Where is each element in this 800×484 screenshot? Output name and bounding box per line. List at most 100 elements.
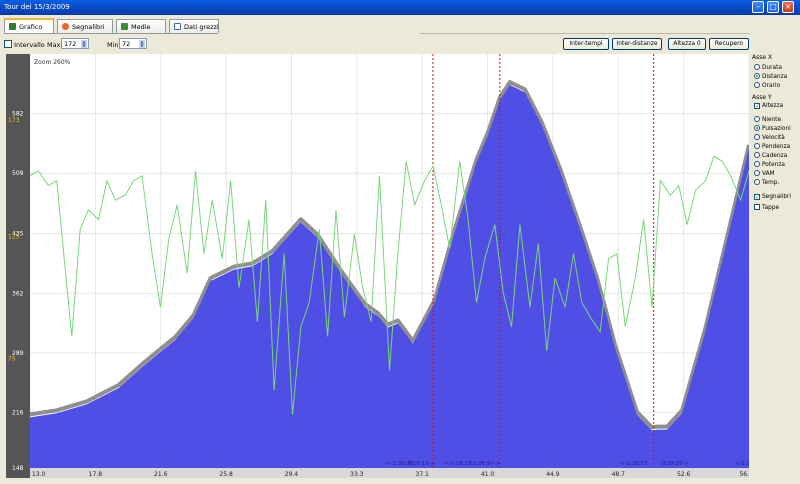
x-tick-label: 41.0 — [481, 471, 495, 478]
inter-tempi-button[interactable]: Inter-tempi — [563, 38, 609, 50]
y-option-pulsazioni[interactable]: Pulsazioni — [754, 125, 791, 132]
intervallo-label: Intervallo — [14, 41, 45, 49]
title-bar[interactable]: Tour del 15/3/2009 – □ × — [0, 0, 800, 15]
tab-dati-grezzi[interactable]: Dati grezzi — [169, 19, 219, 33]
window-title: Tour del 15/3/2009 — [4, 3, 70, 11]
chart-area[interactable]: 148 216 289 362 435 509 582 75 125 173 13.0 17.8 21.… — [6, 54, 751, 478]
recupero-button[interactable]: Recupero — [709, 38, 749, 50]
tab-label: Segnalibri — [72, 23, 105, 31]
option-label: Temp. — [762, 180, 780, 186]
x-tick-label: 25.8 — [219, 471, 233, 478]
x-option-orario[interactable]: Orario — [754, 82, 780, 89]
bookmark-icon — [62, 23, 69, 30]
max-spinner[interactable]: 172 ▲ ▼ — [61, 38, 89, 49]
y-option-cadenza[interactable]: Cadenza — [754, 152, 787, 159]
bookmark-interval-label: <-0:2 — [735, 461, 749, 467]
min-label: Min — [107, 41, 119, 49]
checkbox-checked-icon[interactable]: ✓ — [754, 194, 760, 201]
x-axis-group-label: Asse X — [752, 54, 773, 61]
option-label: Orario — [762, 83, 781, 89]
radio-icon[interactable] — [754, 116, 760, 122]
tab-grafico[interactable]: Grafico — [4, 18, 54, 33]
max-value: 172 — [64, 40, 77, 48]
chart-icon — [9, 23, 16, 30]
option-label: Distanza — [762, 74, 788, 80]
bookmark-interval-label: 0:29:25-> — [662, 461, 690, 467]
y-option-velocita[interactable]: Velocità — [754, 134, 785, 141]
option-label: Niente — [762, 117, 782, 123]
option-label: Segnalibri — [762, 194, 792, 200]
radio-icon[interactable] — [754, 161, 760, 167]
tab-medie[interactable]: Medie — [116, 19, 166, 33]
toolbar-divider — [420, 33, 750, 34]
tab-label: Grafico — [19, 23, 43, 31]
checkbox-checked-icon[interactable]: ✓ — [754, 103, 760, 110]
tab-label: Dati grezzi — [184, 23, 219, 31]
radio-icon[interactable] — [754, 134, 760, 140]
x-tick-label: 17.8 — [89, 471, 103, 478]
radio-selected-icon[interactable] — [754, 125, 760, 131]
close-icon[interactable]: × — [782, 1, 794, 13]
x-tick-label: 44.9 — [546, 471, 560, 478]
min-spinner[interactable]: 72 ▲ ▼ — [119, 38, 147, 49]
table-icon — [174, 23, 181, 30]
radio-icon[interactable] — [754, 64, 760, 70]
chart-svg[interactable]: 1482162893624355095827512517313.0 17.8 21.… — [6, 54, 751, 478]
x-option-distanza[interactable]: Distanza — [754, 73, 787, 80]
option-label: Velocità — [762, 135, 785, 141]
option-label: Tappe — [762, 205, 780, 211]
y-tick-label: 216 — [12, 409, 24, 416]
radio-icon[interactable] — [754, 170, 760, 176]
altezza-zero-button[interactable]: Altezza 0 — [668, 38, 706, 50]
max-label: Max — [47, 41, 61, 49]
x-option-durata[interactable]: Durata — [754, 64, 782, 71]
radio-icon[interactable] — [754, 82, 760, 88]
intervallo-checkbox[interactable]: Intervallo — [4, 40, 45, 49]
y-option-vam[interactable]: VAM — [754, 170, 775, 177]
option-label: Durata — [762, 65, 782, 71]
option-label: Potenza — [762, 162, 785, 168]
bookmark-interval-label: <-0:16:15 — [444, 461, 472, 467]
radio-selected-icon[interactable] — [754, 73, 760, 79]
inter-distanze-button[interactable]: Inter-distanze — [612, 38, 662, 50]
x-tick-label: 52.6 — [677, 471, 691, 478]
option-label: Pulsazioni — [762, 126, 791, 132]
x-tick-label: 13.0 — [32, 471, 46, 478]
radio-icon[interactable] — [754, 179, 760, 185]
altezza-checkbox[interactable]: ✓ Altezza — [754, 103, 784, 110]
option-label: Cadenza — [762, 153, 788, 159]
y2-tick-label: 173 — [8, 117, 20, 124]
tab-label: Medie — [131, 23, 151, 31]
averages-icon — [121, 23, 128, 30]
tappe-checkbox[interactable]: Tappe — [754, 204, 779, 211]
y-option-pendenza[interactable]: Pendenza — [754, 143, 790, 150]
y-option-niente[interactable]: Niente — [754, 116, 781, 123]
y-tick-label: 509 — [12, 170, 24, 177]
y-axis-group-label: Asse Y — [752, 94, 772, 101]
maximize-icon[interactable]: □ — [767, 1, 779, 13]
y-tick-label: 148 — [12, 465, 24, 472]
checkbox-icon[interactable] — [754, 204, 760, 210]
radio-icon[interactable] — [754, 152, 760, 158]
x-tick-label: 29.4 — [285, 471, 299, 478]
bookmark-interval-label: 0:28:57-> — [473, 461, 501, 467]
y2-tick-label: 125 — [8, 234, 20, 241]
bookmark-interval-label: 0:16:15-> — [407, 461, 435, 467]
x-tick-label: 56. — [739, 471, 749, 478]
option-label: Pendenza — [762, 144, 791, 150]
segnalibri-checkbox[interactable]: ✓ Segnalibri — [754, 194, 792, 201]
spinner-arrows-icon[interactable]: ▲ ▼ — [139, 40, 145, 48]
y-tick-label: 362 — [12, 290, 24, 297]
y-option-potenza[interactable]: Potenza — [754, 161, 785, 168]
option-label: Altezza — [762, 103, 784, 109]
minimize-icon[interactable]: – — [752, 1, 764, 13]
spinner-arrows-icon[interactable]: ▲ ▼ — [81, 40, 87, 48]
checkbox-box[interactable] — [4, 40, 12, 48]
x-tick-label: 37.1 — [416, 471, 430, 478]
tab-divider — [4, 33, 218, 34]
y2-tick-label: 75 — [8, 355, 16, 362]
radio-icon[interactable] — [754, 143, 760, 149]
y-option-temp[interactable]: Temp. — [754, 179, 779, 186]
min-value: 72 — [122, 40, 131, 48]
tab-segnalibri[interactable]: Segnalibri — [57, 19, 113, 33]
